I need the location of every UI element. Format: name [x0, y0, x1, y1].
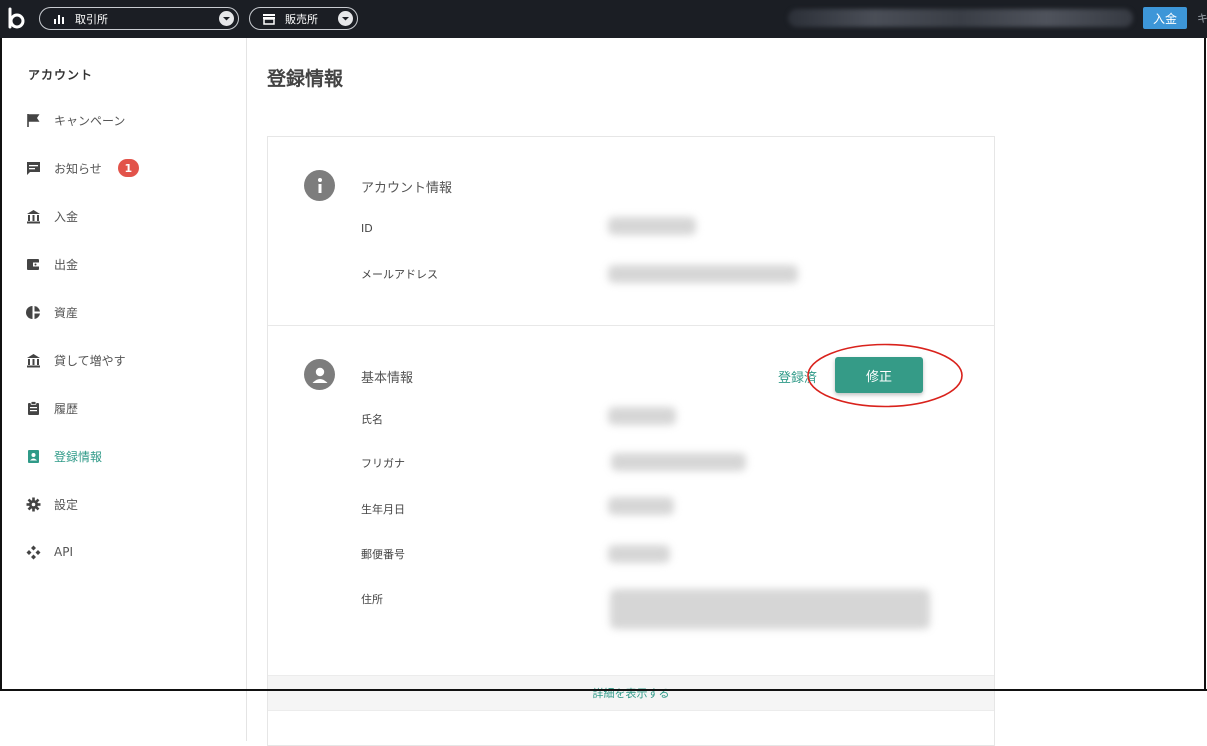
bitbank-logo[interactable] [5, 7, 27, 29]
birthdate-label: 生年月日 [361, 503, 405, 516]
sidebar-item-label: 入金 [54, 209, 79, 224]
account-circle-icon [304, 359, 335, 390]
chevron-down-icon [338, 11, 353, 26]
redacted-postal-code-value [608, 545, 670, 563]
redacted-furigana-value [611, 453, 746, 471]
sidebar-item-deposit[interactable]: 入金 [26, 204, 78, 228]
pie-chart-icon [26, 305, 40, 319]
account-info-title: アカウント情報 [361, 181, 453, 196]
deposit-button[interactable]: 入金 [1143, 7, 1187, 29]
bar-chart-icon [54, 14, 64, 24]
wallet-icon [27, 258, 40, 270]
sidebar-item-label: 履歴 [54, 401, 79, 416]
top-bar: 取引所 販売所 入金 キ [0, 0, 1207, 38]
postal-code-label: 郵便番号 [361, 548, 405, 561]
store-icon [263, 13, 275, 25]
sidebar-item-campaign[interactable]: キャンペーン [26, 108, 125, 132]
frame-border-right [1204, 38, 1206, 691]
sidebar: アカウント キャンペーン お知らせ 1 入金 出金 資産 貸して増やす 履歴 登… [2, 38, 247, 741]
furigana-label: フリガナ [361, 457, 405, 470]
redacted-name-value [608, 407, 676, 425]
sidebar-item-label: 資産 [54, 305, 79, 320]
sidebar-item-label: キャンペーン [54, 113, 126, 128]
redacted-account-info [788, 9, 1133, 27]
sidebar-item-label: お知らせ [54, 161, 102, 176]
sidebar-item-withdraw[interactable]: 出金 [26, 252, 78, 276]
email-label: メールアドレス [361, 268, 438, 281]
bank-icon [27, 353, 40, 367]
clipboard-icon [28, 400, 39, 415]
sidebar-item-assets[interactable]: 資産 [26, 300, 78, 324]
frame-border-bottom [0, 689, 1207, 691]
address-label: 住所 [361, 593, 383, 606]
redacted-id-value [608, 217, 696, 235]
sidebar-item-lending[interactable]: 貸して増やす [26, 348, 126, 372]
sidebar-item-label: 出金 [54, 257, 79, 272]
sidebar-item-label: API [54, 545, 73, 559]
basic-info-title: 基本情報 [361, 371, 414, 386]
id-label: ID [361, 222, 373, 235]
sidebar-item-news[interactable]: お知らせ 1 [26, 156, 139, 180]
sidebar-item-label: 貸して増やす [54, 353, 126, 368]
chevron-down-icon [219, 11, 234, 26]
page-title: 登録情報 [267, 68, 344, 90]
sidebar-item-settings[interactable]: 設定 [26, 492, 78, 516]
show-more-link[interactable]: 詳細を表示する [268, 685, 994, 701]
truncated-menu-text[interactable]: キ [1197, 10, 1207, 26]
section-divider [268, 325, 994, 326]
redacted-email-value [608, 265, 798, 283]
redacted-address-value [610, 589, 930, 629]
redacted-birthdate-value [608, 497, 674, 515]
contact-card-icon [28, 449, 39, 463]
notification-badge: 1 [117, 159, 139, 177]
registered-status: 登録済 [778, 371, 818, 386]
frame-border-left [0, 38, 2, 691]
bank-icon [27, 209, 40, 223]
sidebar-item-label: 設定 [54, 497, 79, 512]
sidebar-title: アカウント [28, 68, 94, 82]
name-label: 氏名 [361, 413, 383, 426]
flag-icon [27, 113, 40, 127]
sidebar-item-history[interactable]: 履歴 [26, 396, 78, 420]
registration-card: アカウント情報 ID メールアドレス 基本情報 登録済 修正 氏名 フリガナ 生… [267, 136, 995, 746]
info-icon [304, 170, 335, 201]
api-icon [26, 545, 41, 559]
gear-icon [26, 497, 41, 511]
exchange-label: 取引所 [75, 12, 108, 26]
sidebar-item-registration[interactable]: 登録情報 [26, 444, 102, 468]
message-icon [27, 161, 40, 175]
store-selector[interactable]: 販売所 [249, 7, 358, 30]
edit-button[interactable]: 修正 [835, 357, 923, 393]
sidebar-item-label: 登録情報 [54, 449, 103, 464]
sidebar-item-api[interactable]: API [26, 540, 73, 564]
store-label: 販売所 [285, 12, 318, 26]
exchange-selector[interactable]: 取引所 [39, 7, 239, 30]
